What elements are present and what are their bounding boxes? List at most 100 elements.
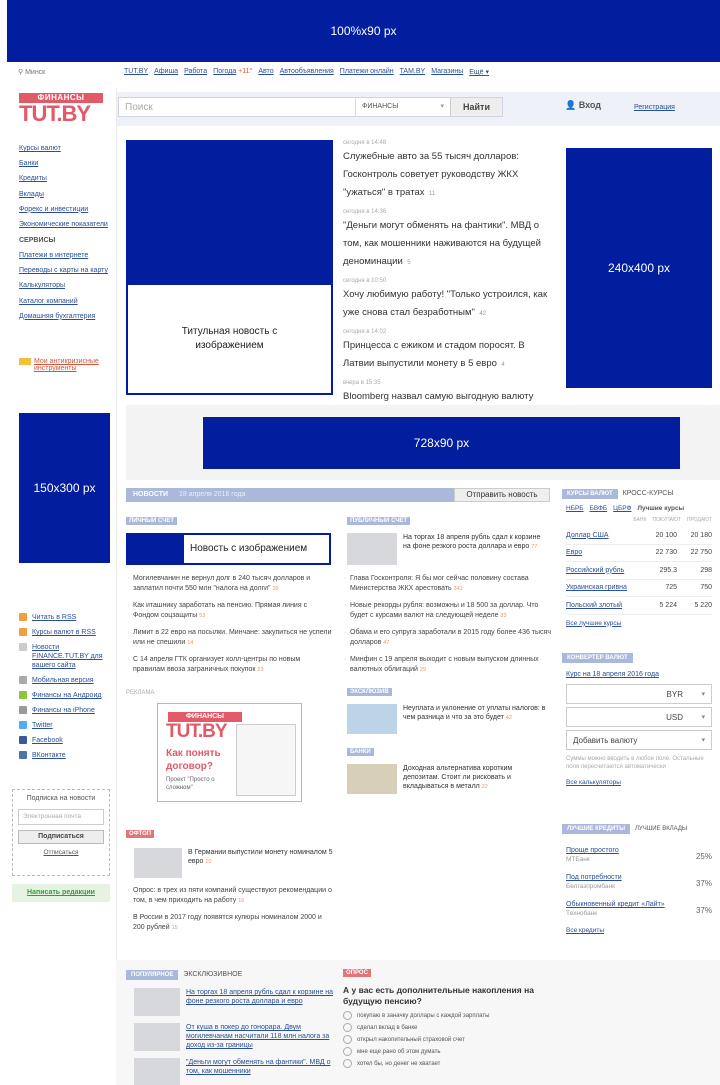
leftnav-rates[interactable]: Курсы валют bbox=[19, 143, 119, 155]
register-link[interactable]: Регистрация bbox=[634, 104, 675, 111]
credit-name[interactable]: Под потребности bbox=[566, 874, 622, 881]
list-item[interactable]: Неуплата и уклонение от уплаты налогов: … bbox=[347, 704, 547, 734]
poll-option[interactable]: открыл накопительный страховой счет bbox=[343, 1035, 548, 1044]
amount-field-1[interactable]: BYR ▾ bbox=[566, 684, 712, 704]
table-row[interactable]: Украинская гривна 725 750 bbox=[566, 580, 712, 597]
all-rates-link[interactable]: Все лучшие курсы bbox=[566, 620, 712, 627]
side-link[interactable]: Курсы валют в RSS bbox=[19, 628, 119, 637]
poll-option[interactable]: сделал вклад в банке bbox=[343, 1023, 548, 1032]
tag-personal[interactable]: ЛИЧНЫЙ СЧЕТ bbox=[126, 517, 177, 525]
side-link-label[interactable]: Финансы на Андроид bbox=[32, 691, 101, 700]
list-item-text[interactable]: "Деньги могут обменять на фантики". МВД … bbox=[186, 1058, 334, 1085]
converter-date-link[interactable]: Курс на 18 апреля 2016 года bbox=[566, 671, 712, 678]
side-link-label[interactable]: Новости FINANCE.TUT.BY для вашего сайта bbox=[32, 643, 112, 670]
list-item-text[interactable]: Лимит в 22 евро на посылки. Минчане: зак… bbox=[133, 629, 331, 646]
middle-banner[interactable]: 728x90 px bbox=[203, 417, 680, 469]
list-item-text[interactable]: Доходная альтернатива коротким депозитам… bbox=[403, 765, 512, 790]
nav-autoads[interactable]: Автообъявления bbox=[280, 68, 334, 76]
list-item[interactable]: Новые рекорды рубля: возможны и 18 500 з… bbox=[343, 601, 551, 621]
table-row[interactable]: Доллар США 20 100 20 180 bbox=[566, 527, 712, 545]
currency-name[interactable]: Евро bbox=[566, 549, 641, 556]
list-item[interactable]: Минфин с 19 апреля выходит с новым выпус… bbox=[343, 655, 551, 675]
service-payments[interactable]: Платежи в интернете bbox=[19, 250, 119, 262]
source-bvfb[interactable]: БВФБ bbox=[590, 505, 608, 512]
side-link-label[interactable]: Twitter bbox=[32, 721, 53, 730]
side-link-label[interactable]: Facebook bbox=[32, 736, 63, 745]
nav-tutby[interactable]: TUT.BY bbox=[124, 68, 148, 76]
side-link[interactable]: Новости FINANCE.TUT.BY для вашего сайта bbox=[19, 643, 119, 670]
logo-tutby[interactable]: TUT.BY bbox=[19, 103, 91, 125]
tag-exclusive[interactable]: ЭКСКЛЮЗИВ bbox=[347, 688, 392, 696]
service-calculators[interactable]: Калькуляторы bbox=[19, 280, 119, 292]
poll-option[interactable]: хотел бы, но денег не хватает bbox=[343, 1059, 548, 1068]
table-row[interactable]: Польский злотый 5 224 5 220 bbox=[566, 597, 712, 615]
currency-name[interactable]: Украинская гривна bbox=[566, 584, 641, 591]
tab-rates[interactable]: КУРСЫ ВАЛЮТ bbox=[562, 488, 618, 499]
ad-box[interactable]: ФИНАНСЫ TUT.BY Как понять договор? Проек… bbox=[157, 703, 302, 802]
top-banner[interactable]: 100%x90 px bbox=[7, 0, 720, 62]
side-link[interactable]: Мобильная версия bbox=[19, 676, 119, 685]
currency-name[interactable]: Доллар США bbox=[566, 532, 641, 539]
list-item[interactable]: "Деньги могут обменять на фантики". МВД … bbox=[134, 1058, 334, 1085]
list-item-text[interactable]: С 14 апреля ГТК организует колл-центры п… bbox=[133, 656, 300, 673]
list-item-text[interactable]: Могилевчанин не вернул долг в 240 тысяч … bbox=[133, 575, 310, 592]
side-link[interactable]: Финансы на Андроид bbox=[19, 691, 119, 700]
tag-banks[interactable]: БАНКИ bbox=[347, 748, 374, 756]
leftnav-economics[interactable]: Экономические показатели bbox=[19, 219, 119, 231]
side-link-label[interactable]: ВКонтакте bbox=[32, 751, 66, 760]
poll-option[interactable]: мне еще рано об этом думать bbox=[343, 1047, 548, 1056]
list-item[interactable]: Проще простого МТБанк 25% bbox=[566, 846, 712, 864]
list-item-text[interactable]: Глава Госконтроля: Я бы мог сейчас полов… bbox=[350, 575, 529, 592]
tab-converter[interactable]: КОНВЕРТЕР ВАЛЮТ bbox=[562, 653, 633, 663]
anticrisis-promo[interactable]: Мои антикризисные инструменты bbox=[19, 358, 119, 372]
list-item-text[interactable]: На торгах 18 апреля рубль сдал к корзине… bbox=[403, 534, 540, 550]
leftnav-forex[interactable]: Форекс и инвестиции bbox=[19, 204, 119, 216]
list-item-text[interactable]: От куша в покер до гонорара. Двум могиле… bbox=[186, 1023, 334, 1051]
nav-shops[interactable]: Магазины bbox=[431, 68, 463, 76]
tab-popular[interactable]: ПОПУЛЯРНОЕ bbox=[126, 969, 179, 980]
poll-option[interactable]: покупаю в заначку доллары с каждой зарпл… bbox=[343, 1011, 548, 1020]
service-home-accounting[interactable]: Домашняя бухгалтерия bbox=[19, 311, 119, 323]
leftnav-banks[interactable]: Банки bbox=[19, 158, 119, 170]
nav-afisha[interactable]: Афиша bbox=[154, 68, 178, 76]
amount-field-2[interactable]: USD ▾ bbox=[566, 707, 712, 727]
list-item[interactable]: Как иташнику заработать на пенсию. Пряма… bbox=[126, 601, 334, 621]
email-field[interactable]: Электронная почта bbox=[18, 809, 104, 825]
credit-name[interactable]: Обыкновенный кредит «Лайт» bbox=[566, 901, 665, 908]
list-item[interactable]: Могилевчанин не вернул долг в 240 тысяч … bbox=[126, 574, 334, 594]
nav-weather[interactable]: Погода +11° bbox=[213, 68, 252, 76]
side-link-label[interactable]: Мобильная версия bbox=[32, 676, 94, 685]
news-item[interactable]: сегодня в 14:48 Служебные авто за 55 тыся… bbox=[343, 140, 553, 200]
subscribe-button[interactable]: Подписаться bbox=[18, 830, 104, 844]
list-item-text[interactable]: В России в 2017 году появятся купюры ном… bbox=[133, 914, 322, 931]
service-catalog[interactable]: Каталог компаний bbox=[19, 296, 119, 308]
tab-cross-rates[interactable]: КРОСС-КУРСЫ bbox=[618, 488, 679, 499]
leftnav-deposits[interactable]: Вклады bbox=[19, 189, 119, 201]
list-item[interactable]: Глава Госконтроля: Я бы мог сейчас полов… bbox=[343, 574, 551, 594]
chevron-down-icon[interactable]: ▾ bbox=[701, 690, 705, 698]
write-editors-button[interactable]: Написать редакции bbox=[12, 884, 110, 902]
tag-offtop[interactable]: ОФТОП bbox=[126, 830, 155, 838]
list-item[interactable]: Под потребности Белгазпромбанк 37% bbox=[566, 873, 712, 891]
table-row[interactable]: Евро 22 730 22 750 bbox=[566, 545, 712, 562]
list-item[interactable]: На торгах 18 апреля рубль сдал к корзине… bbox=[347, 533, 547, 565]
tab-exclusive[interactable]: ЭКСКЛЮЗИВНОЕ bbox=[178, 969, 247, 980]
search-button[interactable]: Найти bbox=[450, 98, 502, 116]
list-item-text[interactable]: Новые рекорды рубля: возможны и 18 500 з… bbox=[350, 602, 538, 619]
source-cbrf[interactable]: ЦБРФ bbox=[613, 505, 631, 512]
news-item[interactable]: сегодня в 10:50 Хочу любимую работу! "Тол… bbox=[343, 278, 553, 320]
nav-more[interactable]: Ещё ▾ bbox=[469, 68, 489, 76]
image-news-box[interactable]: Новость с изображением bbox=[126, 533, 331, 565]
news-item[interactable]: сегодня в 14:02 Принцесса с ежиком и стад… bbox=[343, 329, 553, 371]
list-item[interactable]: Обама и его супруга заработали в 2015 го… bbox=[343, 628, 551, 648]
tab-best-credits[interactable]: ЛУЧШИЕ КРЕДИТЫ bbox=[562, 824, 630, 834]
city-selector[interactable]: ⚲ Минск bbox=[18, 68, 45, 76]
list-item-text[interactable]: На торгах 18 апреля рубль сдал к корзине… bbox=[186, 988, 334, 1016]
nav-rabota[interactable]: Работа bbox=[184, 68, 207, 76]
nav-auto[interactable]: Авто bbox=[258, 68, 273, 76]
side-link-label[interactable]: Курсы валют в RSS bbox=[32, 628, 96, 637]
nav-tamby[interactable]: TAM.BY bbox=[400, 68, 426, 76]
list-item[interactable]: В России в 2017 году появятся купюры ном… bbox=[126, 913, 334, 933]
news-item[interactable]: сегодня в 14:36 "Деньги могут обменять на… bbox=[343, 209, 553, 269]
side-link[interactable]: Facebook bbox=[19, 736, 119, 745]
